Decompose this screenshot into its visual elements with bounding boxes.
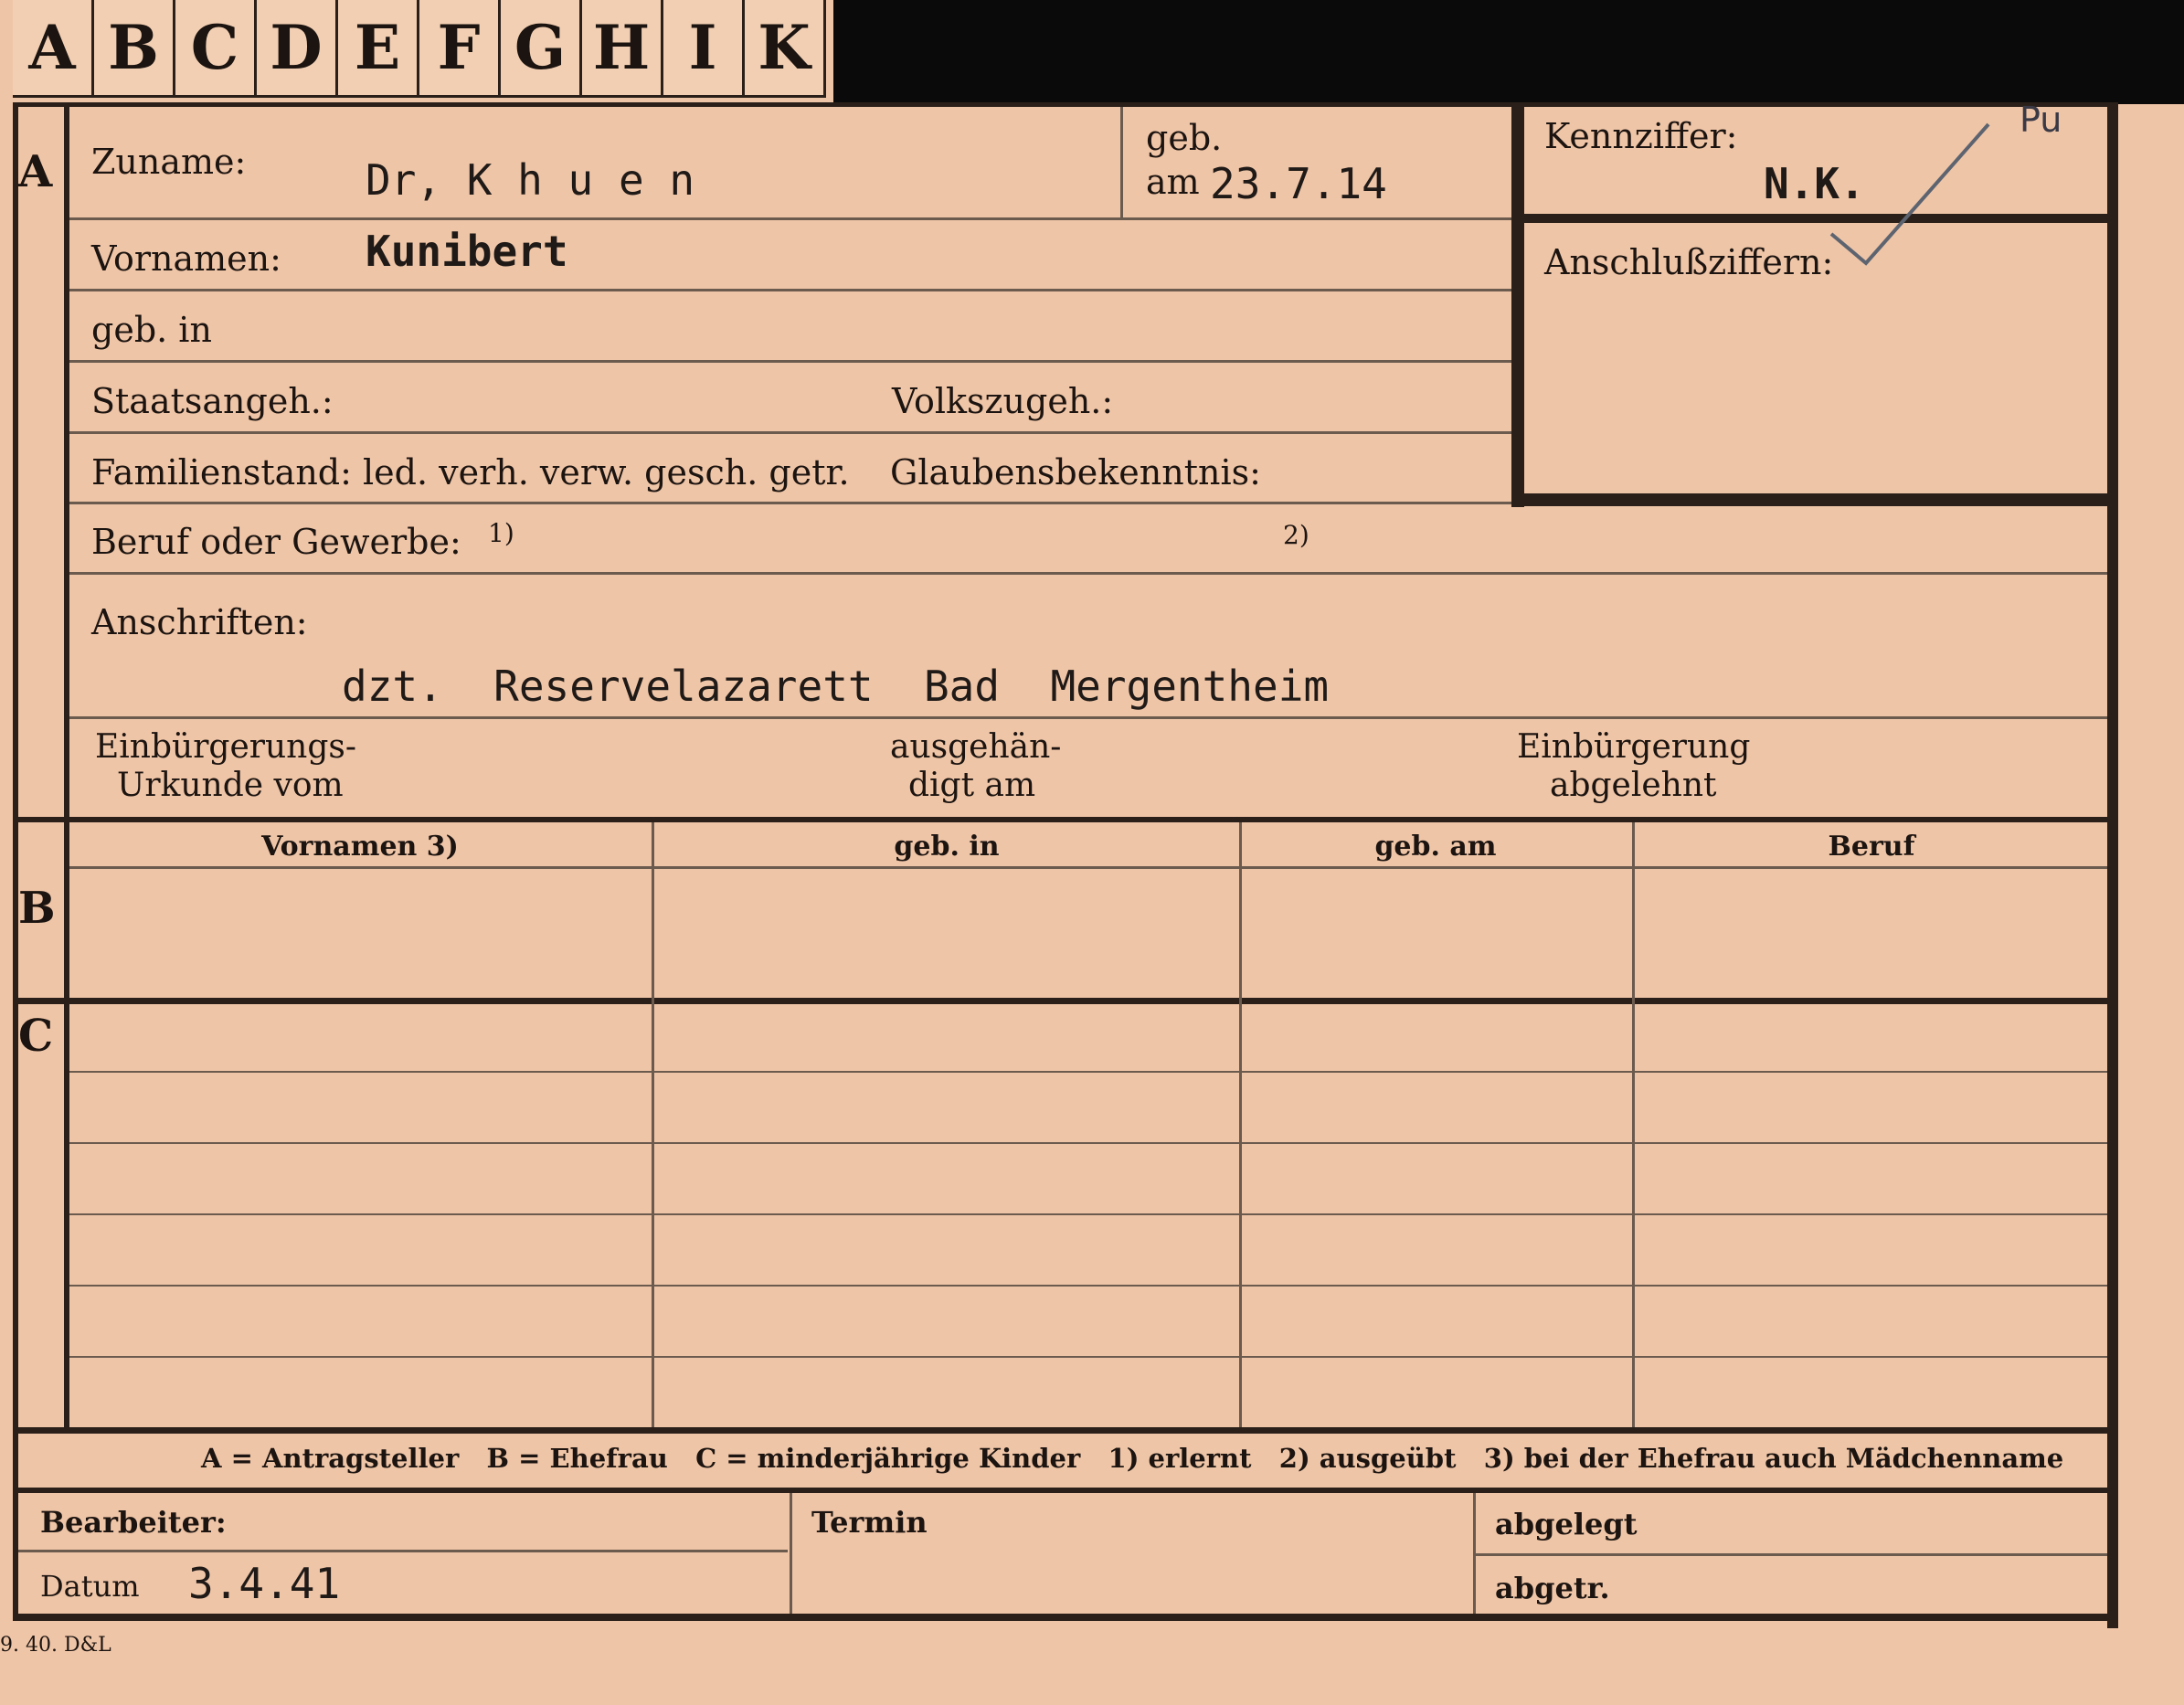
- tab-f: F: [419, 0, 501, 98]
- box-border: [1511, 107, 1524, 507]
- rule: [1120, 107, 1123, 218]
- rule: [69, 1285, 2107, 1287]
- einbuergerung-abgelehnt-label-2: abgelehnt: [1550, 767, 1717, 804]
- box-border: [1524, 214, 2107, 223]
- frame-right: [2107, 102, 2118, 1628]
- tab-h: H: [582, 0, 663, 98]
- frame-top: [13, 102, 2115, 107]
- rule: [18, 1550, 788, 1552]
- tab-i: I: [663, 0, 745, 98]
- check-mark-icon: [1829, 122, 1990, 266]
- beruf-label: Beruf oder Gewerbe:: [91, 522, 461, 562]
- column-rule: [1239, 822, 1242, 1427]
- tab-a: A: [13, 0, 94, 98]
- column-rule: [790, 1493, 792, 1614]
- rule: [69, 1142, 2107, 1144]
- section-c-top: [13, 998, 2107, 1004]
- column-rule: [1473, 1493, 1476, 1614]
- tab-k: K: [745, 0, 826, 98]
- col-header-beruf: Beruf: [1828, 831, 1915, 863]
- col-header-geb-am: geb. am: [1374, 831, 1497, 863]
- tab-b: B: [94, 0, 175, 98]
- print-code: 9. 40. D&L: [0, 1634, 111, 1657]
- tab-c: C: [175, 0, 257, 98]
- abgelegt-label: abgelegt: [1495, 1507, 1638, 1541]
- col-header-vornamen: Vornamen 3): [261, 831, 459, 863]
- tab-g: G: [501, 0, 582, 98]
- einbuergerung-urkunde-label-2: Urkunde vom: [117, 767, 344, 804]
- section-divider: [64, 102, 69, 1433]
- vornamen-value: Kunibert: [366, 227, 568, 276]
- rule: [69, 572, 2107, 575]
- section-b-top: [13, 817, 2107, 822]
- familienstand-label: Familienstand: led. verh. verw. gesch. g…: [91, 452, 850, 492]
- tab-d: D: [257, 0, 338, 98]
- column-rule: [1632, 822, 1635, 1427]
- column-rule: [652, 822, 654, 1427]
- legend: A = Antragsteller B = Ehefrau C = minder…: [201, 1443, 2064, 1474]
- section-a-marker: A: [18, 146, 53, 197]
- zuname-value: Dr, K h u e n: [366, 155, 695, 205]
- abgetr-label: abgetr.: [1495, 1571, 1610, 1605]
- termin-label: Termin: [811, 1505, 928, 1540]
- frame-left: [13, 102, 18, 1619]
- zuname-label: Zuname:: [91, 142, 247, 182]
- rule: [69, 289, 1511, 291]
- staatsangeh-label: Staatsangeh.:: [91, 381, 334, 421]
- tab-e: E: [338, 0, 419, 98]
- rule: [69, 1071, 2107, 1073]
- birth-date: 23.7.14: [1210, 159, 1387, 208]
- anschlussziffern-label: Anschlußziffern:: [1544, 242, 1834, 282]
- einbuergerung-urkunde-label-1: Einbürgerungs-: [95, 728, 357, 766]
- einbuergerung-abgelehnt-label-1: Einbürgerung: [1517, 728, 1751, 766]
- address-value: dzt. Reservelazarett Bad Mergentheim: [342, 662, 1330, 711]
- geb-in-label: geb. in: [91, 310, 212, 350]
- rule: [69, 360, 1511, 363]
- rule: [69, 431, 1511, 434]
- section-b-marker: B: [18, 883, 56, 934]
- rule: [69, 217, 1511, 220]
- beruf-note-1: 1): [488, 518, 514, 548]
- corner-mark: Pu: [2020, 100, 2062, 140]
- rule: [69, 866, 2107, 869]
- legend-bottom: [13, 1488, 2107, 1493]
- rule: [69, 716, 2107, 719]
- rule: [1475, 1553, 2107, 1556]
- bearbeiter-label: Bearbeiter:: [40, 1505, 227, 1540]
- frame-bottom: [13, 1614, 2115, 1621]
- volkszugeh-label: Volkszugeh.:: [892, 381, 1114, 421]
- beruf-note-2: 2): [1283, 520, 1309, 550]
- anschriften-label: Anschriften:: [91, 602, 308, 642]
- col-header-geb-in: geb. in: [894, 831, 1000, 863]
- ausgehaendigt-label-2: digt am: [908, 767, 1036, 804]
- datum-label: Datum: [40, 1569, 140, 1604]
- box-border: [1524, 493, 2107, 506]
- scan-background: [833, 0, 2184, 104]
- section-c-marker: C: [18, 1011, 54, 1062]
- rule: [69, 1356, 2107, 1358]
- ausgehaendigt-label-1: ausgehän-: [890, 728, 1062, 766]
- geb-label: geb.: [1146, 118, 1223, 158]
- glaubensbekenntnis-label: Glaubensbekenntnis:: [890, 452, 1261, 492]
- vornamen-label: Vornamen:: [91, 238, 281, 279]
- section-c-bottom: [13, 1427, 2107, 1434]
- kennziffer-label: Kennziffer:: [1544, 116, 1738, 156]
- datum-value: 3.4.41: [188, 1559, 341, 1608]
- am-label: am: [1146, 162, 1200, 202]
- rule: [69, 1213, 2107, 1215]
